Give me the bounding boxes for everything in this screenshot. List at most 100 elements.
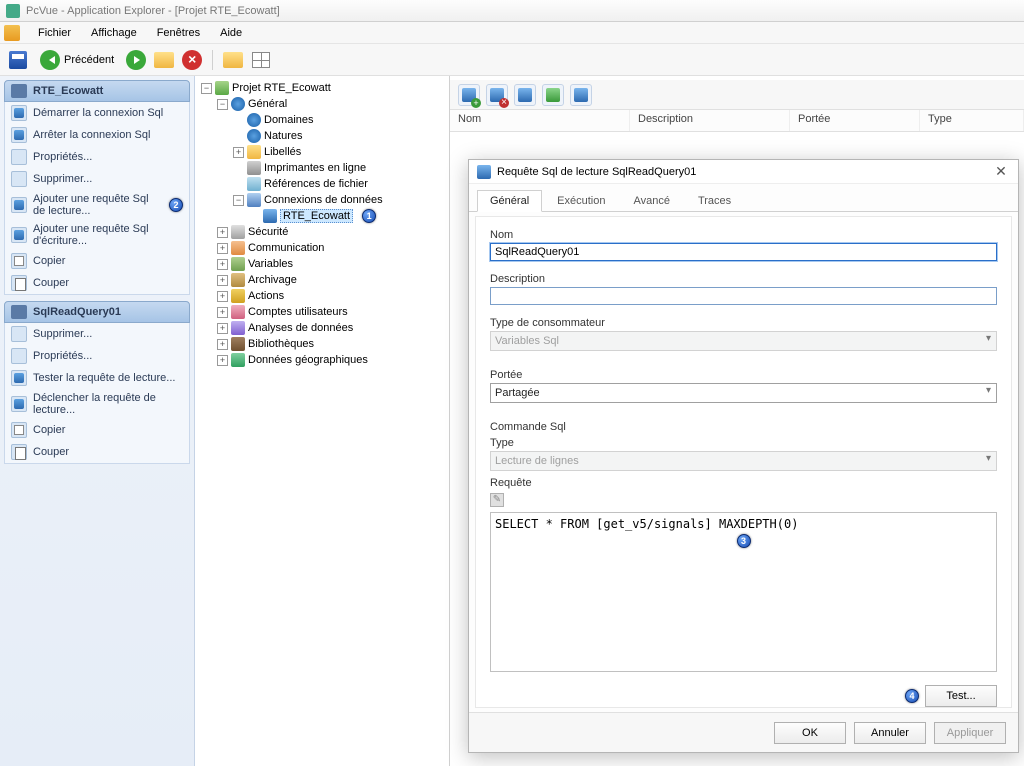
- action-q-delete[interactable]: Supprimer...: [5, 323, 189, 345]
- add-query-button[interactable]: [458, 84, 480, 106]
- db-stop-icon: [11, 127, 27, 143]
- action-q-cut[interactable]: Couper: [5, 441, 189, 463]
- label-commande: Commande Sql: [490, 421, 997, 433]
- tree-natures[interactable]: Natures: [231, 128, 447, 144]
- callout-4: 4: [905, 689, 919, 703]
- menu-fichier[interactable]: Fichier: [28, 24, 81, 42]
- back-button[interactable]: Précédent: [34, 48, 120, 72]
- cancel-button[interactable]: Annuler: [854, 722, 926, 744]
- action-cut[interactable]: Couper: [5, 272, 189, 294]
- variables-icon: [231, 257, 245, 271]
- folder-icon: [154, 52, 174, 68]
- toolbar-separator: [212, 50, 213, 70]
- action-delete[interactable]: Supprimer...: [5, 168, 189, 190]
- tree-communication[interactable]: +Communication: [215, 240, 447, 256]
- tab-traces[interactable]: Traces: [685, 190, 744, 211]
- app-icon: [6, 4, 20, 18]
- cut-icon: [11, 275, 27, 291]
- apply-button[interactable]: Appliquer: [934, 722, 1006, 744]
- edit-requete-icon[interactable]: [490, 493, 504, 507]
- save-button[interactable]: [6, 48, 30, 72]
- tree-connexions[interactable]: −Connexions de données: [231, 192, 447, 208]
- tree-domaines[interactable]: Domaines: [231, 112, 447, 128]
- tree-securite[interactable]: +Sécurité: [215, 224, 447, 240]
- nature-icon: [247, 129, 261, 143]
- forward-button[interactable]: [124, 48, 148, 72]
- tree-root[interactable]: −Projet RTE_Ecowatt: [199, 80, 447, 96]
- tree-view[interactable]: −Projet RTE_Ecowatt −Général Domaines Na…: [195, 76, 450, 766]
- save-icon: [9, 51, 27, 69]
- action-q-test[interactable]: Tester la requête de lecture...: [5, 367, 189, 389]
- tree-actions[interactable]: +Actions: [215, 288, 447, 304]
- tree-references[interactable]: Références de fichier: [231, 176, 447, 192]
- tree-imprimantes[interactable]: Imprimantes en ligne: [231, 160, 447, 176]
- action-q-properties[interactable]: Propriétés...: [5, 345, 189, 367]
- tree-rte-ecowatt-conn[interactable]: RTE_Ecowatt 1: [247, 208, 447, 224]
- select-type: Lecture de lignes: [490, 451, 997, 471]
- left-panel: RTE_Ecowatt Démarrer la connexion Sql Ar…: [0, 76, 195, 766]
- select-consommateur: Variables Sql: [490, 331, 997, 351]
- qtb-button-3[interactable]: [514, 84, 536, 106]
- action-start-sql[interactable]: Démarrer la connexion Sql: [5, 102, 189, 124]
- properties-icon: [11, 149, 27, 165]
- back-icon: [40, 50, 60, 70]
- menu-affichage[interactable]: Affichage: [81, 24, 147, 42]
- col-description[interactable]: Description: [630, 110, 790, 131]
- qtb-button-5[interactable]: [570, 84, 592, 106]
- label-description: Description: [490, 273, 997, 285]
- tree-libelles[interactable]: +Libellés: [231, 144, 447, 160]
- main-toolbar: Précédent: [0, 44, 1024, 76]
- globe-icon: [231, 97, 245, 111]
- action-properties[interactable]: Propriétés...: [5, 146, 189, 168]
- dialog-titlebar[interactable]: Requête Sql de lecture SqlReadQuery01 ✕: [469, 160, 1018, 184]
- qtb-button-4[interactable]: [542, 84, 564, 106]
- action-q-copy[interactable]: Copier: [5, 419, 189, 441]
- dialog-close-button[interactable]: ✕: [992, 163, 1010, 181]
- trigger-icon: [11, 396, 27, 412]
- remove-query-button[interactable]: [486, 84, 508, 106]
- tree-variables[interactable]: +Variables: [215, 256, 447, 272]
- callout-3: 3: [737, 534, 751, 548]
- label-type: Type: [490, 437, 997, 449]
- connection-icon: [247, 193, 261, 207]
- dialog-tabs: Général Exécution Avancé Traces: [469, 184, 1018, 212]
- input-nom[interactable]: [490, 243, 997, 261]
- tree-geo[interactable]: +Données géographiques: [215, 352, 447, 368]
- action-add-write-query[interactable]: Ajouter une requête Sql d'écriture...: [5, 220, 189, 250]
- action-copy[interactable]: Copier: [5, 250, 189, 272]
- ok-button[interactable]: OK: [774, 722, 846, 744]
- action-add-read-query[interactable]: Ajouter une requête Sql de lecture...2: [5, 190, 189, 220]
- col-nom[interactable]: Nom: [450, 110, 630, 131]
- project-icon: [215, 81, 229, 95]
- delete-icon: [11, 171, 27, 187]
- stop-icon: [182, 50, 202, 70]
- tree-bibliotheques[interactable]: +Bibliothèques: [215, 336, 447, 352]
- add-read-icon: [11, 197, 27, 213]
- database-icon: [11, 84, 27, 98]
- stop-button[interactable]: [180, 48, 204, 72]
- add-write-icon: [11, 227, 27, 243]
- grid-view-button[interactable]: [249, 48, 273, 72]
- select-portee[interactable]: Partagée: [490, 383, 997, 403]
- col-portee[interactable]: Portée: [790, 110, 920, 131]
- db-start-icon: [11, 105, 27, 121]
- input-description[interactable]: [490, 287, 997, 305]
- menu-aide[interactable]: Aide: [210, 24, 252, 42]
- open-folder-button[interactable]: [152, 48, 176, 72]
- tree-general[interactable]: −Général: [215, 96, 447, 112]
- panel1-header[interactable]: RTE_Ecowatt: [4, 80, 190, 102]
- panel2-header[interactable]: SqlReadQuery01: [4, 301, 190, 323]
- label-requete: Requête: [490, 477, 997, 489]
- test-button[interactable]: Test...: [925, 685, 997, 707]
- tree-comptes[interactable]: +Comptes utilisateurs: [215, 304, 447, 320]
- action-stop-sql[interactable]: Arrêter la connexion Sql: [5, 124, 189, 146]
- tree-archivage[interactable]: +Archivage: [215, 272, 447, 288]
- folder2-button[interactable]: [221, 48, 245, 72]
- tree-analyses[interactable]: +Analyses de données: [215, 320, 447, 336]
- tab-general[interactable]: Général: [477, 190, 542, 212]
- col-type[interactable]: Type: [920, 110, 1024, 131]
- tab-avance[interactable]: Avancé: [620, 190, 683, 211]
- menu-fenetres[interactable]: Fenêtres: [147, 24, 210, 42]
- tab-execution[interactable]: Exécution: [544, 190, 618, 211]
- action-q-trigger[interactable]: Déclencher la requête de lecture...: [5, 389, 189, 419]
